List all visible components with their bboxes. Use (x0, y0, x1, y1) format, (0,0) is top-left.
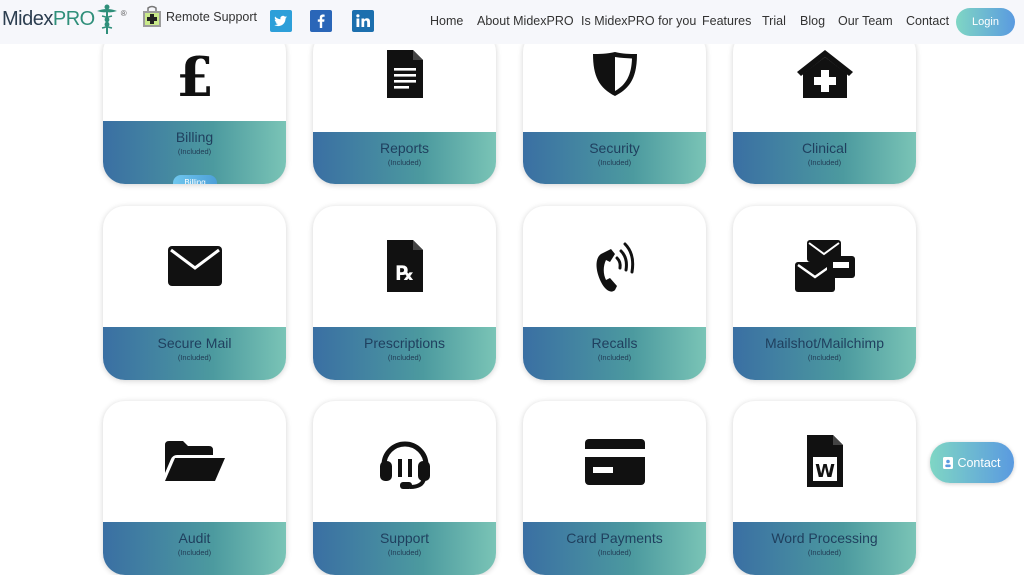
feature-card-word-processing[interactable]: W Word Processing (Included) (733, 401, 916, 575)
mailbox-icon (733, 240, 916, 292)
card-subtitle: (Included) (597, 158, 632, 167)
menu-about[interactable]: About MidexPRO (477, 14, 574, 28)
card-band: Support (Included) (313, 522, 496, 575)
card-band: Reports (Included) (313, 132, 496, 184)
card-subtitle: (Included) (177, 548, 212, 557)
card-subtitle: (Included) (387, 548, 422, 557)
menu-is-for-you[interactable]: Is MidexPRO for you (581, 14, 696, 28)
billing-pill-button[interactable]: Billing (173, 175, 217, 184)
facebook-link[interactable] (310, 10, 332, 32)
menu-blog[interactable]: Blog (800, 14, 825, 28)
envelope-icon (103, 246, 286, 286)
floating-contact-button[interactable]: Contact (930, 442, 1014, 483)
card-band: Security (Included) (523, 132, 706, 184)
credit-card-icon (523, 439, 706, 485)
card-title: Secure Mail (157, 335, 232, 351)
feature-card-secure-mail[interactable]: Secure Mail (Included) (103, 206, 286, 380)
medical-house-icon (733, 48, 916, 100)
svg-text:℞: ℞ (396, 261, 414, 285)
menu-features[interactable]: Features (702, 14, 751, 28)
folder-open-icon (103, 441, 286, 481)
contact-label: Contact (957, 455, 1001, 470)
card-band: Word Processing (Included) (733, 522, 916, 575)
top-navigation: MidexPRO ® Remote Support Home About Mid… (0, 0, 1024, 44)
card-subtitle: (Included) (177, 147, 212, 156)
card-title: Support (379, 530, 430, 546)
feature-card-mailshot[interactable]: Mailshot/Mailchimp (Included) (733, 206, 916, 380)
remote-support-icon (143, 5, 161, 27)
shield-icon (523, 50, 706, 98)
card-subtitle: (Included) (807, 548, 842, 557)
card-subtitle: (Included) (597, 353, 632, 362)
card-title: Security (589, 140, 640, 156)
card-title: Word Processing (771, 530, 878, 546)
document-icon (313, 50, 496, 98)
remote-support-label: Remote Support (166, 10, 258, 24)
svg-text:£: £ (176, 48, 214, 100)
feature-card-billing[interactable]: £ Billing (Included) Billing (103, 30, 286, 184)
prescription-icon: ℞ (313, 240, 496, 292)
linkedin-link[interactable] (352, 10, 374, 32)
card-subtitle: (Included) (807, 158, 842, 167)
linkedin-icon (352, 10, 374, 32)
facebook-icon (310, 10, 332, 32)
card-band: Audit (Included) (103, 522, 286, 575)
phone-ringing-icon (523, 240, 706, 294)
card-band: Mailshot/Mailchimp (Included) (733, 327, 916, 380)
card-subtitle: (Included) (387, 158, 422, 167)
midexpro-logo[interactable]: MidexPRO ® (2, 3, 127, 35)
card-band: Prescriptions (Included) (313, 327, 496, 380)
card-title: Card Payments (566, 530, 663, 546)
card-title: Mailshot/Mailchimp (764, 335, 885, 351)
card-title: Prescriptions (364, 335, 445, 351)
card-band: Clinical (Included) (733, 132, 916, 184)
card-subtitle: (Included) (807, 353, 842, 362)
card-subtitle: (Included) (177, 353, 212, 362)
caduceus-icon (96, 4, 117, 34)
remote-support-link[interactable]: Remote Support (141, 5, 257, 29)
svg-text:W: W (815, 461, 835, 482)
twitter-icon (270, 10, 292, 32)
card-title: Clinical (801, 140, 848, 156)
card-title: Billing (175, 129, 214, 145)
feature-card-card-payments[interactable]: Card Payments (Included) (523, 401, 706, 575)
feature-card-clinical[interactable]: Clinical (Included) (733, 30, 916, 184)
feature-card-recalls[interactable]: Recalls (Included) (523, 206, 706, 380)
feature-card-audit[interactable]: Audit (Included) (103, 401, 286, 575)
pound-icon: £ (103, 48, 286, 100)
card-title: Reports (379, 140, 430, 156)
twitter-link[interactable] (270, 10, 292, 32)
word-file-icon: W (733, 435, 916, 487)
card-subtitle: (Included) (387, 353, 422, 362)
registered-mark: ® (120, 9, 127, 18)
contact-card-icon (943, 456, 954, 469)
menu-home[interactable]: Home (430, 14, 463, 28)
card-title: Recalls (591, 335, 638, 351)
feature-card-prescriptions[interactable]: ℞ Prescriptions (Included) (313, 206, 496, 380)
card-title: Audit (178, 530, 211, 546)
card-subtitle: (Included) (597, 548, 632, 557)
card-band: Secure Mail (Included) (103, 327, 286, 380)
card-band: Card Payments (Included) (523, 522, 706, 575)
menu-trial[interactable]: Trial (762, 14, 786, 28)
menu-contact[interactable]: Contact (906, 14, 949, 28)
menu-our-team[interactable]: Our Team (838, 14, 893, 28)
feature-card-security[interactable]: Security (Included) (523, 30, 706, 184)
logo-text: MidexPRO (2, 7, 95, 30)
feature-card-support[interactable]: Support (Included) (313, 401, 496, 575)
card-band: Recalls (Included) (523, 327, 706, 380)
feature-card-reports[interactable]: Reports (Included) (313, 30, 496, 184)
headset-icon (313, 435, 496, 489)
login-button[interactable]: Login (956, 8, 1015, 36)
